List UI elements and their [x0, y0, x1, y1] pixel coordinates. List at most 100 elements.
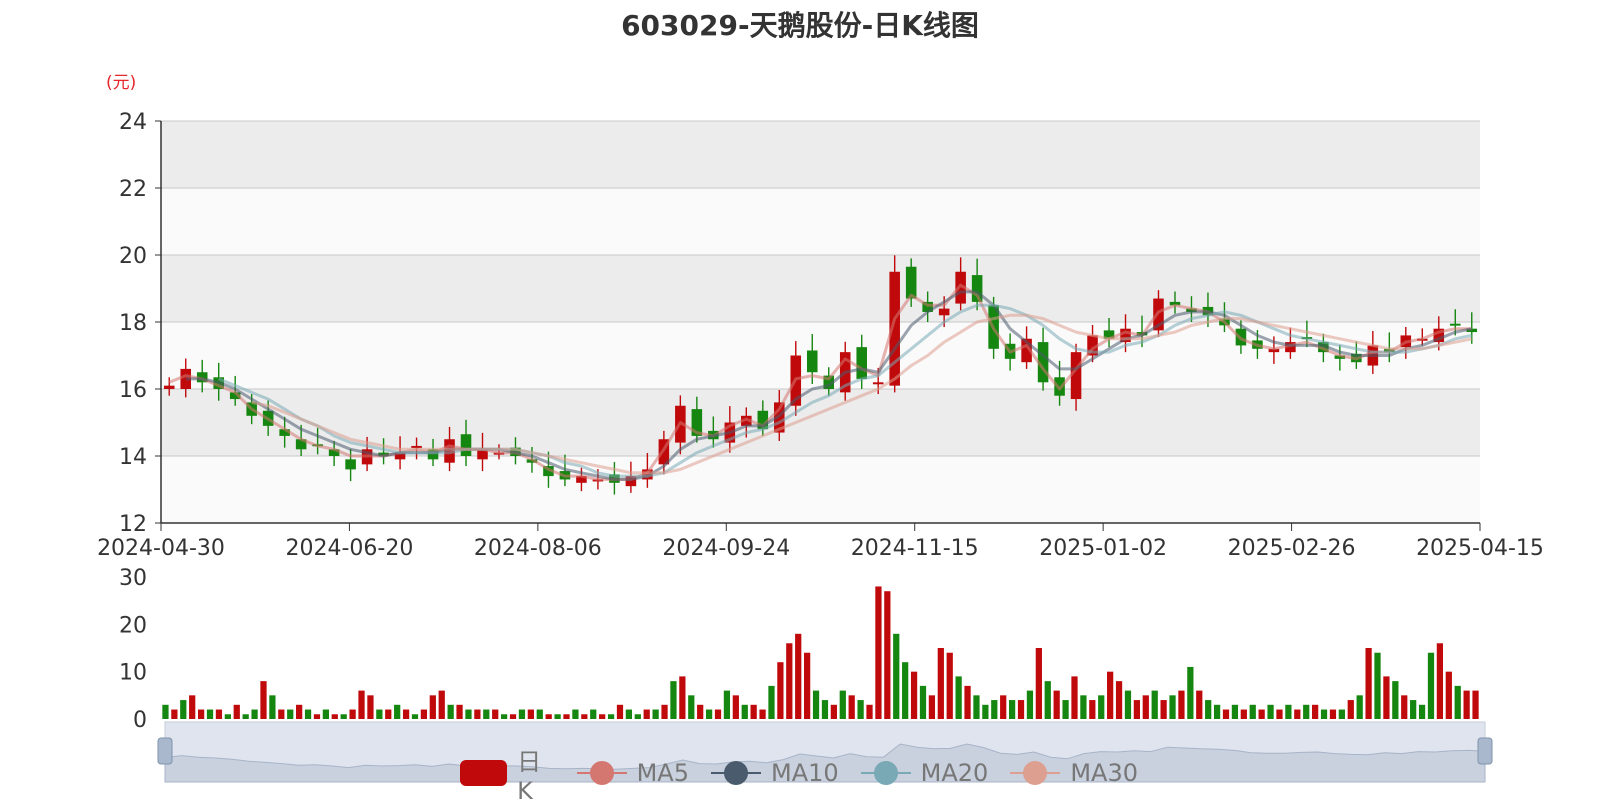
volume-bar	[536, 709, 543, 719]
volume-bar	[670, 681, 677, 719]
x-tick-label: 2024-11-15	[851, 536, 979, 561]
volume-bar	[162, 704, 169, 719]
volume-bar	[1187, 666, 1194, 719]
volume-bar	[447, 704, 454, 719]
volume-bar	[1080, 695, 1087, 719]
volume-bar	[189, 695, 196, 719]
volume-bar	[581, 714, 588, 719]
legend-label: MA30	[1070, 759, 1138, 787]
volume-bar	[1329, 709, 1337, 719]
volume-bar	[1303, 704, 1310, 719]
volume-bar	[474, 709, 481, 719]
volume-bar	[394, 704, 401, 719]
volume-bar	[545, 714, 552, 719]
volume-bar	[910, 671, 918, 719]
volume-bar	[991, 700, 998, 719]
volume-bar	[759, 709, 766, 719]
volume-bar	[492, 709, 499, 719]
legend-item-ma10[interactable]: MA10	[710, 759, 839, 787]
legend-item-ma30[interactable]: MA30	[1010, 759, 1138, 787]
volume-bar	[171, 709, 178, 719]
volume-bar	[1044, 681, 1051, 719]
volume-bar	[572, 709, 579, 719]
volume-bar	[1160, 700, 1167, 719]
volume-bar	[367, 695, 374, 719]
volume-bar	[1008, 700, 1016, 719]
volume-bar	[251, 709, 258, 719]
volume-bar	[1338, 709, 1345, 719]
volume-bar	[376, 709, 383, 719]
volume-tick-label: 10	[119, 661, 147, 686]
volume-bar	[322, 709, 329, 719]
volume-bar	[1035, 648, 1042, 719]
volume-bar	[875, 586, 882, 719]
volume-bar	[1000, 695, 1007, 719]
volume-bar	[429, 695, 436, 719]
volume-bar	[313, 714, 321, 719]
volume-bar	[652, 709, 659, 719]
volume-bar	[500, 714, 508, 719]
candle-body	[806, 350, 818, 373]
volume-bar	[821, 700, 829, 719]
grid-band	[161, 188, 1480, 255]
volume-bar	[1276, 709, 1283, 719]
x-tick-label: 2025-01-02	[1039, 536, 1167, 561]
volume-bar	[705, 709, 713, 719]
volume-bar	[946, 652, 953, 719]
volume-bar	[607, 714, 615, 719]
datazoom-left-handle	[157, 737, 173, 765]
volume-bar	[1436, 643, 1444, 719]
volume-bar	[893, 633, 900, 719]
kline-chart: 12 14 16 18 20 22 24 2024-04-30 2024-06-20 2024-0…	[97, 110, 1544, 783]
volume-bar	[599, 714, 606, 719]
volume-bar	[331, 714, 338, 719]
candle-body	[345, 459, 356, 470]
volume-bar	[732, 695, 739, 719]
volume-bar	[1267, 704, 1274, 719]
volume-bar	[402, 709, 410, 719]
line-dot-icon	[710, 760, 761, 786]
volume-bar	[1294, 709, 1301, 719]
volume-bar	[456, 704, 463, 719]
volume-bar	[982, 704, 989, 719]
volume-bar	[420, 709, 428, 719]
volume-bar	[625, 709, 633, 719]
volume-bar	[465, 709, 472, 719]
volume-bar	[723, 690, 731, 719]
legend-item-ma20[interactable]: MA20	[860, 759, 989, 787]
volume-bar	[1365, 648, 1372, 719]
volume-bar	[795, 633, 802, 719]
legend-label: MA20	[920, 759, 989, 787]
x-tick-label: 2025-02-26	[1228, 536, 1356, 561]
volume-bar	[750, 704, 757, 719]
y-tick-label: 18	[119, 311, 147, 336]
legend-item-ma5[interactable]: MA5	[576, 759, 689, 787]
y-tick-label: 14	[119, 445, 147, 470]
line-dot-icon	[860, 760, 911, 786]
volume-bar	[358, 690, 365, 719]
volume-bar	[1142, 695, 1149, 719]
volume-bar	[688, 695, 695, 719]
volume-bar	[1062, 700, 1069, 719]
volume-bar	[1196, 690, 1203, 719]
volume-bar	[197, 709, 205, 719]
volume-bar	[287, 709, 294, 719]
candle-body	[938, 308, 950, 316]
volume-bar	[590, 709, 597, 719]
volume-bar	[1205, 700, 1212, 719]
volume-bar	[206, 709, 214, 719]
volume-bar	[260, 681, 267, 719]
volume-bar	[919, 685, 927, 719]
candlestick-legend-icon	[460, 760, 508, 786]
legend-item-kline[interactable]: 日K	[460, 742, 555, 805]
volume-bar	[1383, 676, 1390, 719]
volume-bar	[697, 704, 704, 719]
volume-bar	[269, 695, 276, 719]
volume-bar	[866, 704, 873, 719]
volume-bar	[1231, 704, 1239, 719]
grid-band	[161, 456, 1480, 523]
y-tick-label: 24	[119, 110, 147, 135]
volume-bar	[527, 709, 534, 719]
grid-band	[161, 255, 1480, 322]
volume-bar	[902, 662, 909, 719]
